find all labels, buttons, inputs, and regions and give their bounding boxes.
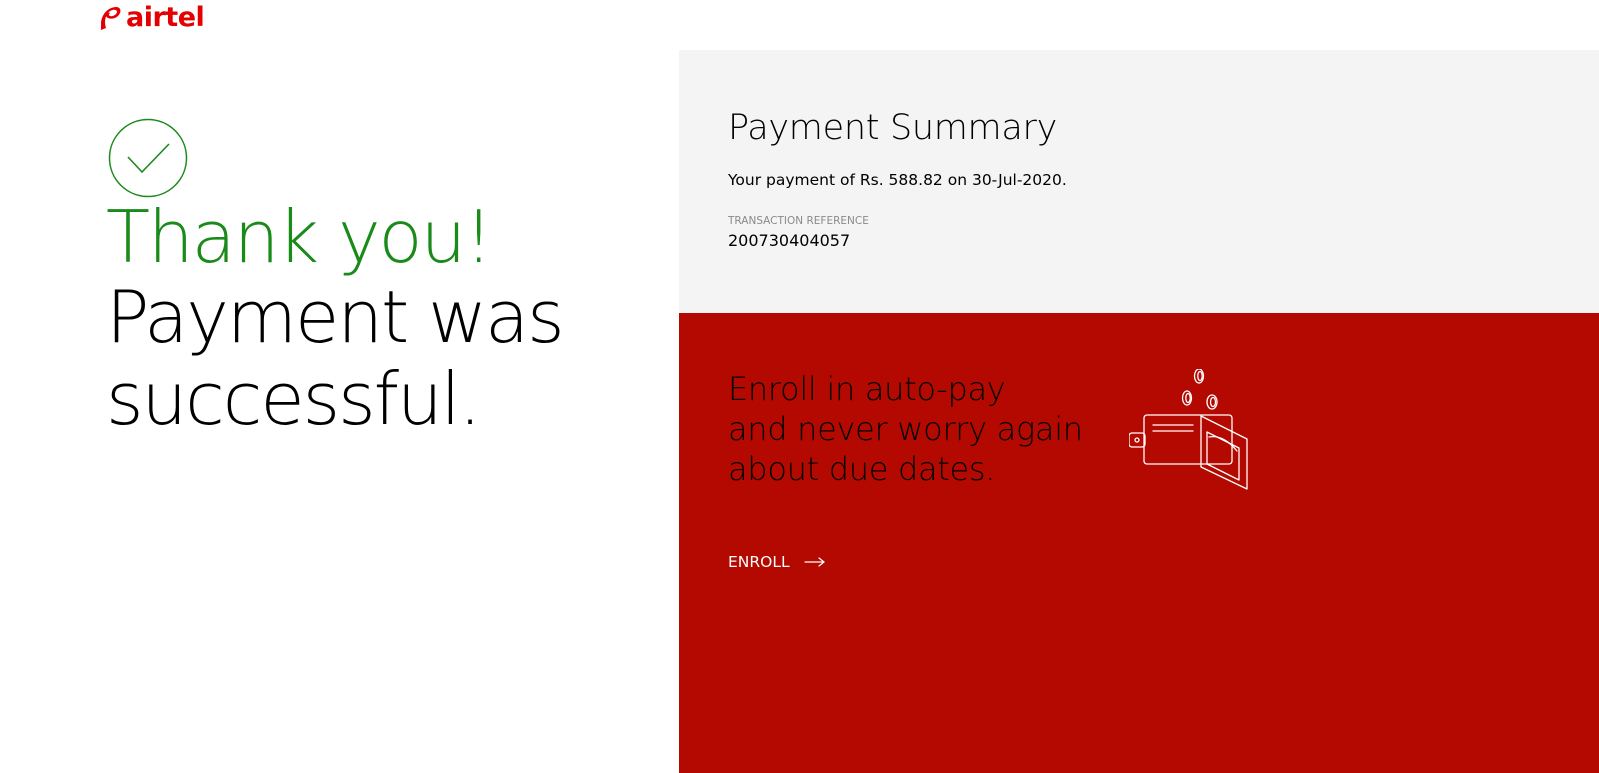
transaction-reference-value: 200730404057 bbox=[728, 231, 851, 250]
transaction-reference-label: TRANSACTION REFERENCE bbox=[728, 215, 869, 227]
payment-success-page: airtel Thank you! Payment was successful… bbox=[0, 0, 1599, 773]
success-message-line-2: successful. bbox=[106, 357, 482, 441]
payment-summary-title: Payment Summary bbox=[728, 108, 1057, 148]
thank-you-headline: Thank you! bbox=[106, 195, 493, 279]
payment-summary-text: Your payment of Rs. 588.82 on 30-Jul-202… bbox=[728, 171, 1067, 189]
wallet-coins-icon bbox=[1129, 369, 1248, 490]
success-message-line-1: Payment was bbox=[106, 275, 565, 359]
checkmark-circle-icon bbox=[108, 118, 188, 198]
airtel-logo[interactable]: airtel bbox=[97, 1, 205, 34]
logo-text: airtel bbox=[126, 1, 205, 33]
arrow-right-icon bbox=[804, 557, 825, 567]
autopay-enroll-panel: Enroll in auto-pay and never worry again… bbox=[679, 313, 1599, 773]
airtel-swirl-icon bbox=[101, 7, 121, 30]
enroll-heading-line-3: about due dates. bbox=[728, 450, 996, 488]
payment-summary-panel: Payment Summary Your payment of Rs. 588.… bbox=[679, 50, 1599, 313]
enroll-heading-line-1: Enroll in auto-pay bbox=[728, 370, 1006, 408]
enroll-button-label: ENROLL bbox=[728, 553, 790, 571]
enroll-heading: Enroll in auto-pay and never worry again… bbox=[728, 369, 1083, 489]
enroll-button[interactable]: ENROLL bbox=[728, 553, 826, 571]
enroll-heading-line-2: and never worry again bbox=[728, 410, 1083, 448]
